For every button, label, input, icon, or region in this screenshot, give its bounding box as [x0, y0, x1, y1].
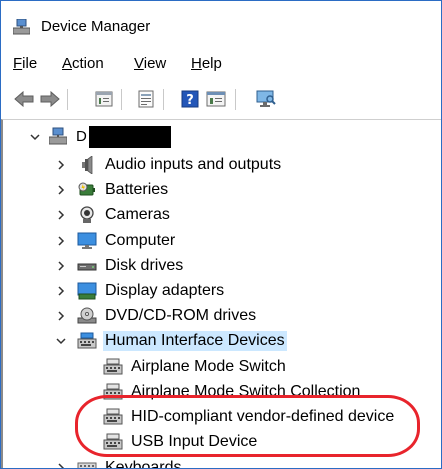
- redaction-bar: [89, 126, 171, 148]
- expand-chevron-icon[interactable]: [55, 310, 67, 322]
- hid-icon: [77, 332, 97, 350]
- category-label-display-adapters[interactable]: Display adapters: [105, 282, 224, 300]
- menu-help[interactable]: Help: [191, 55, 222, 73]
- menu-view-accel: V: [134, 55, 144, 72]
- menu-help-accel: H: [191, 55, 202, 72]
- monitor-icon: [77, 232, 97, 250]
- device-manager-icon: [13, 19, 30, 35]
- forward-icon: [40, 91, 60, 107]
- properties-icon: [95, 91, 113, 107]
- menu-file-accel: F: [13, 55, 23, 72]
- show-hidden-button[interactable]: [205, 89, 227, 109]
- expand-chevron-icon[interactable]: [55, 184, 67, 196]
- device-manager-window: Device Manager File Action View Help ? D…: [0, 0, 442, 469]
- hid-device-icon: [103, 408, 123, 426]
- help-icon: ?: [181, 90, 199, 108]
- device-tree[interactable]: D Audio inputs and outputs Batteries Camer…: [1, 119, 441, 468]
- menu-action-accel: A: [62, 55, 73, 72]
- menu-view[interactable]: View: [134, 55, 166, 73]
- speaker-icon: [77, 155, 97, 175]
- menu-view-label: iew: [143, 55, 167, 72]
- back-icon: [14, 91, 34, 107]
- category-label-batteries[interactable]: Batteries: [105, 181, 168, 199]
- toolbar-separator: [121, 89, 122, 110]
- toolbar-separator: [235, 89, 236, 110]
- update-driver-icon: [138, 90, 154, 108]
- category-label-disk-drives[interactable]: Disk drives: [105, 257, 183, 275]
- device-label-usb-input-device[interactable]: USB Input Device: [131, 433, 257, 451]
- properties-button[interactable]: [93, 89, 115, 109]
- hid-device-icon: [103, 358, 123, 376]
- computer-root-icon: [49, 127, 67, 145]
- device-label-hid-compliant-vendor-defined-device[interactable]: HID-compliant vendor-defined device: [131, 408, 394, 426]
- expand-chevron-icon[interactable]: [55, 159, 67, 171]
- battery-icon: [77, 181, 97, 199]
- hid-device-icon: [103, 383, 123, 401]
- category-label-cameras[interactable]: Cameras: [105, 206, 170, 224]
- keyboard-icon: [77, 462, 97, 468]
- category-label-audio-inputs-and-outputs[interactable]: Audio inputs and outputs: [105, 156, 281, 174]
- help-button[interactable]: ?: [179, 89, 201, 109]
- root-node-label[interactable]: D: [76, 128, 87, 145]
- menu-action[interactable]: Action: [62, 55, 104, 73]
- expand-chevron-icon[interactable]: [55, 285, 67, 297]
- category-label-computer[interactable]: Computer: [105, 232, 175, 250]
- expand-chevron-icon[interactable]: [55, 209, 67, 221]
- scan-hardware-button[interactable]: [255, 89, 277, 109]
- menu-file-label: ile: [22, 55, 38, 72]
- menu-bar: File Action View Help: [1, 51, 441, 77]
- hid-device-icon: [103, 433, 123, 451]
- category-label-dvd-cd-rom-drives[interactable]: DVD/CD-ROM drives: [105, 307, 256, 325]
- show-hidden-icon: [206, 91, 226, 107]
- expand-chevron-icon[interactable]: [55, 235, 67, 247]
- dvd-drive-icon: [77, 307, 97, 325]
- category-label-keyboards[interactable]: Keyboards: [105, 459, 182, 468]
- expand-chevron-icon[interactable]: [55, 462, 67, 468]
- toolbar-separator: [67, 89, 68, 110]
- window-title: Device Manager: [41, 18, 151, 35]
- device-label-airplane-mode-switch[interactable]: Airplane Mode Switch: [131, 358, 286, 376]
- toolbar: ?: [1, 81, 441, 117]
- menu-action-label: ction: [72, 55, 104, 72]
- category-label-human-interface-devices[interactable]: Human Interface Devices: [103, 331, 287, 351]
- collapse-chevron-icon[interactable]: [55, 335, 67, 347]
- update-driver-button[interactable]: [135, 89, 157, 109]
- toolbar-separator: [163, 89, 164, 110]
- menu-file[interactable]: File: [13, 55, 37, 73]
- back-button[interactable]: [13, 89, 35, 109]
- svg-text:?: ?: [186, 93, 194, 108]
- scan-hardware-icon: [256, 90, 276, 107]
- camera-icon: [77, 206, 97, 224]
- display-adapter-icon: [77, 282, 97, 300]
- title-bar[interactable]: Device Manager: [1, 1, 441, 47]
- menu-help-label: elp: [201, 55, 222, 72]
- expand-chevron-icon[interactable]: [55, 260, 67, 272]
- forward-button[interactable]: [39, 89, 61, 109]
- collapse-chevron-icon[interactable]: [29, 131, 41, 143]
- device-label-airplane-mode-switch-collection[interactable]: Airplane Mode Switch Collection: [131, 383, 360, 401]
- disk-drive-icon: [77, 257, 97, 275]
